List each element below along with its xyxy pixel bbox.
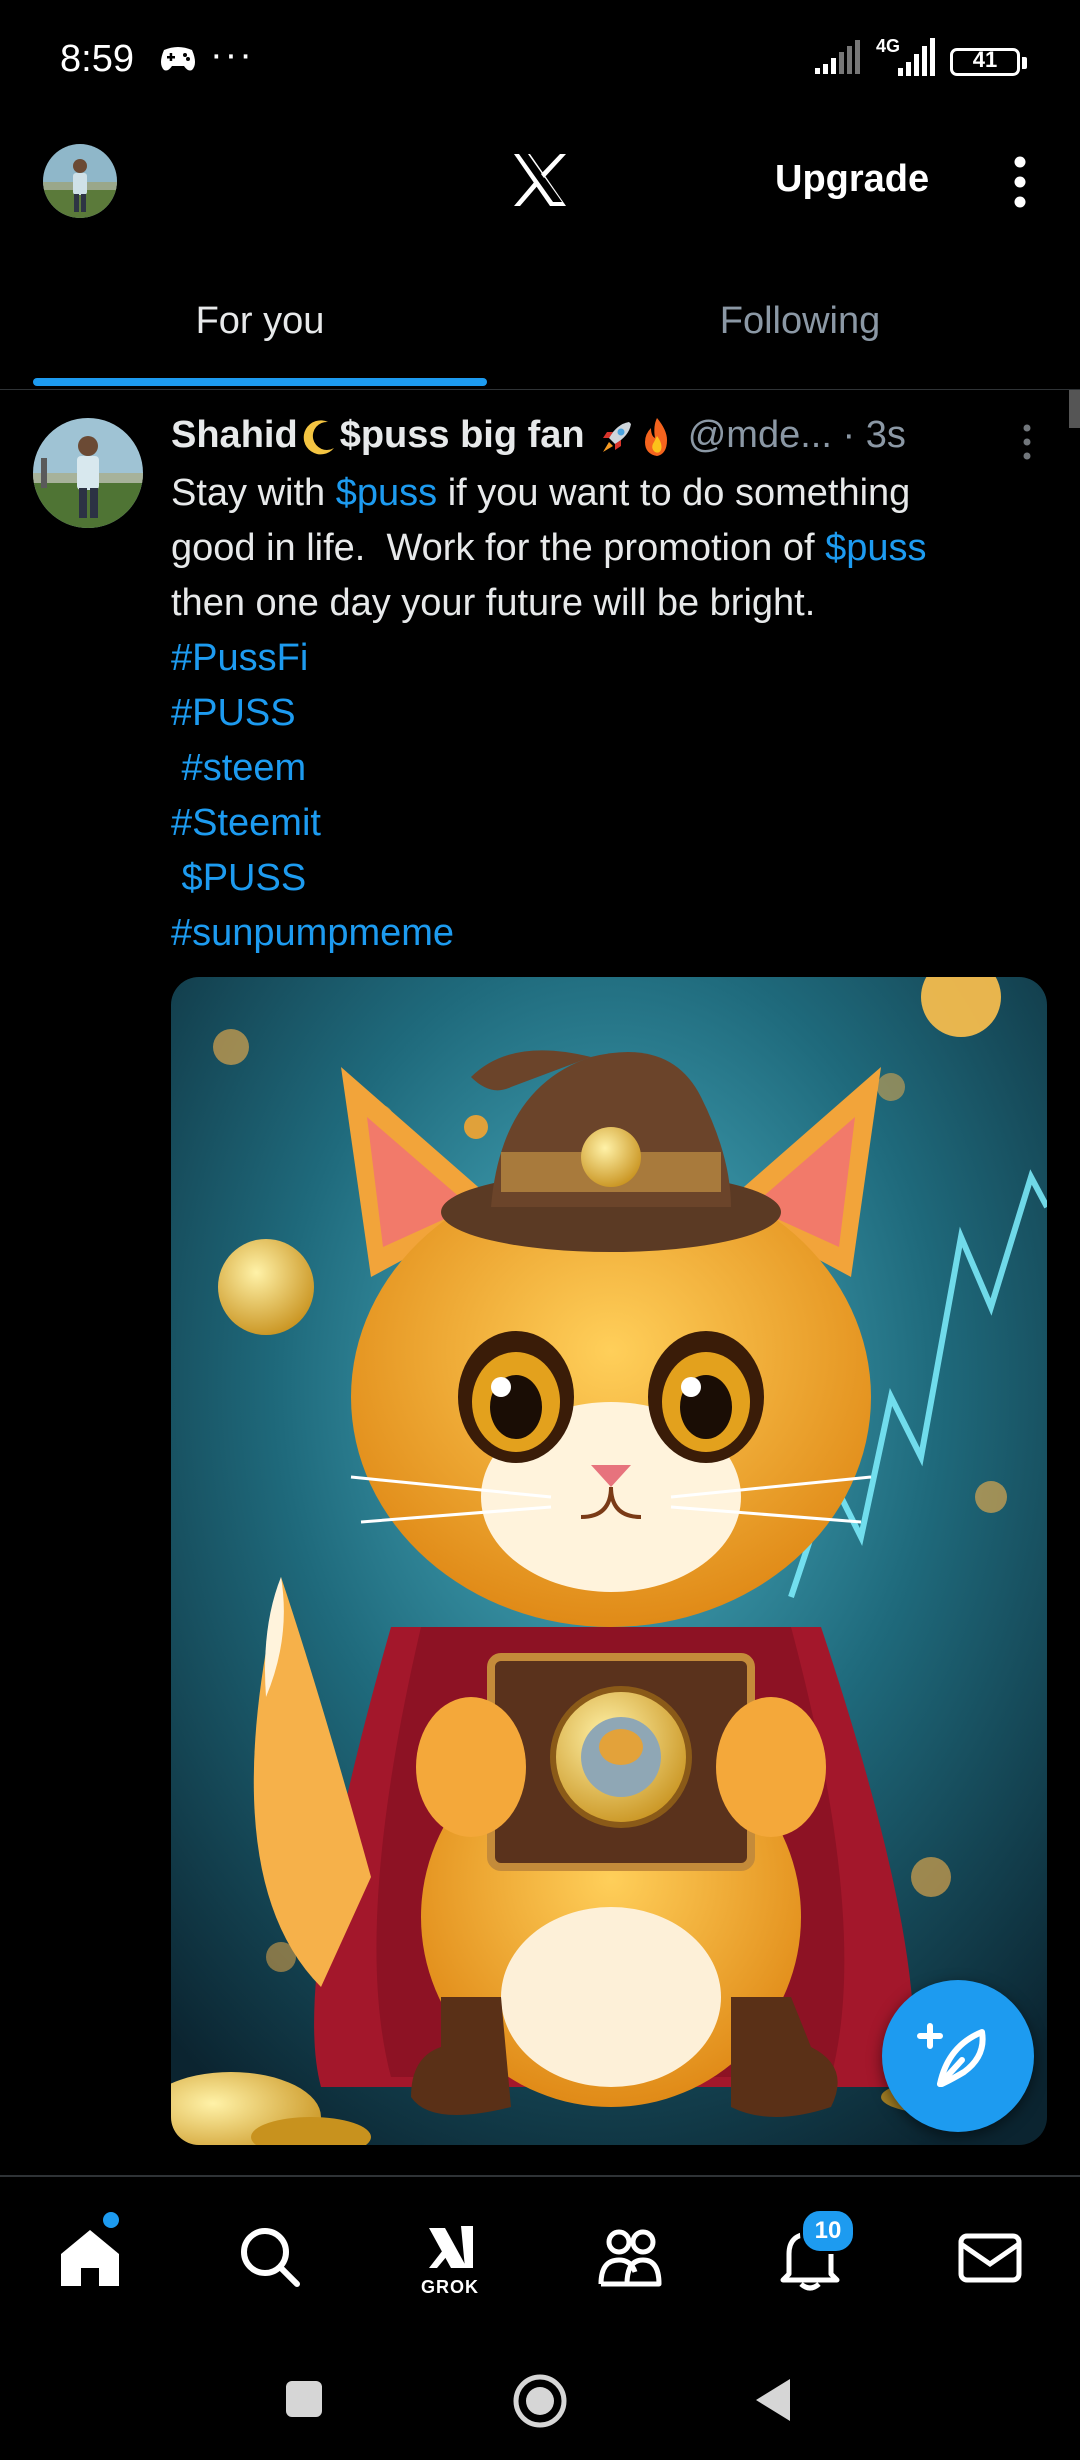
- author-name-suffix[interactable]: $puss big fan: [340, 414, 585, 456]
- status-overflow: ···: [210, 34, 254, 76]
- active-tab-indicator: [33, 378, 487, 386]
- post-line: then one day your future will be bright.: [171, 582, 816, 624]
- post-text-segment: good in life. Work for the promotion of: [171, 527, 826, 569]
- upgrade-button[interactable]: Upgrade: [775, 158, 929, 201]
- cashtag-link[interactable]: $puss: [825, 527, 926, 569]
- post-author-avatar[interactable]: [33, 418, 143, 528]
- communities-icon[interactable]: [595, 2222, 665, 2292]
- signal-icon: [815, 40, 860, 74]
- crescent-moon-icon: [303, 420, 334, 455]
- home-unread-dot: [103, 2212, 119, 2228]
- hashtag-link[interactable]: #PussFi: [171, 631, 1051, 686]
- separator-dot: ·: [842, 414, 856, 456]
- home-system-icon[interactable]: [512, 2373, 568, 2429]
- status-bar: 8:59 ··· 4G 41: [0, 0, 1080, 125]
- compose-post-button[interactable]: [882, 1980, 1034, 2132]
- status-time: 8:59: [60, 38, 134, 80]
- grok-icon: [429, 2226, 473, 2268]
- x-logo-icon[interactable]: [510, 150, 570, 210]
- post-header: Shahid $puss big fan @mde... · 3s: [171, 414, 1031, 470]
- home-icon[interactable]: [55, 2222, 125, 2292]
- cashtag-link[interactable]: $puss: [336, 472, 437, 514]
- recent-apps-icon[interactable]: [284, 2379, 324, 2419]
- tab-following[interactable]: Following: [540, 300, 1060, 343]
- notifications-badge: 10: [800, 2208, 856, 2254]
- hashtag-link[interactable]: #steem: [171, 741, 1051, 796]
- battery-icon: 41: [950, 47, 1020, 76]
- post-time[interactable]: 3s: [866, 414, 906, 456]
- network-4g-icon: 4G: [876, 36, 935, 76]
- post-line: good in life. Work for the promotion of …: [171, 521, 1051, 576]
- grok-button[interactable]: GROK: [415, 2222, 485, 2297]
- hashtag-link[interactable]: #Steemit: [171, 796, 1051, 851]
- author-name[interactable]: Shahid: [171, 414, 298, 456]
- battery-level: 41: [972, 47, 998, 72]
- game-controller-icon: [161, 47, 195, 71]
- tab-divider: [0, 389, 1080, 390]
- search-icon[interactable]: [235, 2222, 305, 2292]
- post-more-icon[interactable]: [1014, 422, 1040, 462]
- post-text-segment: Stay with: [171, 472, 336, 514]
- bottom-navigation: GROK: [0, 2177, 1080, 2337]
- post-text-segment: if you want to do something: [437, 472, 911, 514]
- tab-for-you[interactable]: For you: [0, 300, 520, 343]
- scrollbar[interactable]: [1069, 390, 1080, 428]
- author-handle[interactable]: @mde...: [688, 414, 832, 456]
- hashtag-link[interactable]: #PUSS: [171, 686, 1051, 741]
- post-image[interactable]: [171, 977, 1047, 2145]
- messages-icon[interactable]: [955, 2222, 1025, 2292]
- network-label: 4G: [876, 36, 900, 56]
- back-icon[interactable]: [752, 2377, 794, 2423]
- cashtag-link[interactable]: $PUSS: [171, 851, 1051, 906]
- profile-avatar[interactable]: [43, 144, 117, 218]
- battery-tip: [1022, 57, 1027, 69]
- hashtag-link[interactable]: #sunpumpmeme: [171, 906, 1051, 961]
- rocket-icon: [603, 421, 632, 452]
- post-line: Stay with $puss if you want to do someth…: [171, 466, 1051, 521]
- system-navigation-bar: [0, 2337, 1080, 2460]
- compose-feather-icon: [917, 2023, 986, 2087]
- fire-icon: [645, 417, 668, 456]
- post-text: Stay with $puss if you want to do someth…: [171, 466, 1051, 961]
- more-options-icon[interactable]: [1000, 152, 1040, 212]
- grok-label: GROK: [421, 2277, 479, 2297]
